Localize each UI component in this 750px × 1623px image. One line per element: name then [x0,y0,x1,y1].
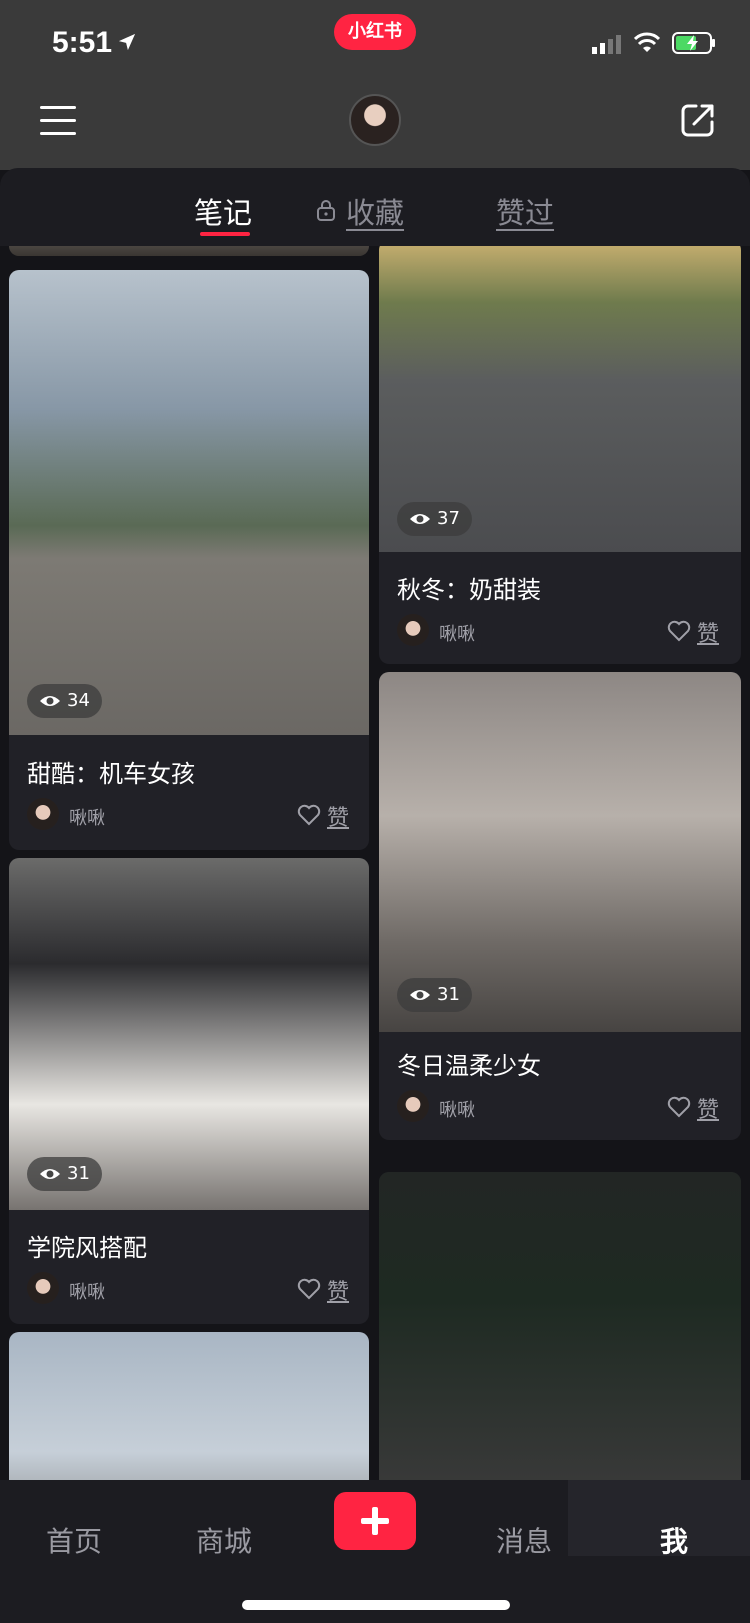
app-logo-badge: 小红书 [334,14,416,50]
eye-icon [40,1169,60,1179]
wifi-icon [634,32,660,52]
nav-messages[interactable]: 消息 [496,1520,552,1560]
heart-icon[interactable] [667,620,691,642]
note-title: 冬日温柔少女 [397,1052,541,1080]
eye-icon [40,696,60,706]
notes-feed[interactable]: 34 甜酷：机车女孩 啾啾 赞 31 学院风搭配 啾啾 赞 37 秋冬：奶甜装 … [0,246,750,1480]
author-avatar[interactable] [397,614,429,646]
like-button[interactable]: 赞 [327,800,349,832]
profile-header [0,88,750,170]
tab-notes[interactable]: 笔记 [194,190,252,232]
author-name[interactable]: 啾啾 [69,1278,105,1304]
note-card-partial[interactable] [9,246,369,256]
author-avatar[interactable] [27,798,59,830]
location-arrow-icon [118,33,136,51]
note-title: 学院风搭配 [27,1234,147,1262]
view-count: 37 [437,508,460,529]
view-count: 31 [67,1163,90,1184]
author-avatar[interactable] [27,1272,59,1304]
profile-tabs: 笔记 收藏 赞过 [0,168,750,246]
battery-charging-icon [672,32,715,54]
nav-me[interactable]: 我 [660,1520,688,1560]
view-count-badge: 34 [27,684,102,718]
note-card[interactable]: 34 甜酷：机车女孩 啾啾 赞 [9,270,369,850]
nav-home[interactable]: 首页 [46,1520,102,1560]
bottom-nav: 首页 商城 消息 我 [0,1480,750,1623]
note-card[interactable] [379,1172,741,1480]
share-icon[interactable] [680,102,716,138]
note-cover-image [9,246,369,256]
author-name[interactable]: 啾啾 [439,620,475,646]
nav-me-highlight [568,1480,750,1556]
note-card[interactable] [9,1332,369,1480]
status-bar: 5:51 小红书 [0,0,750,88]
author-name[interactable]: 啾啾 [69,804,105,830]
view-count: 34 [67,690,90,711]
eye-icon [410,514,430,524]
menu-icon[interactable] [40,104,78,138]
like-button[interactable]: 赞 [697,1092,719,1124]
lock-icon [317,200,335,221]
author-name[interactable]: 啾啾 [439,1096,475,1122]
heart-icon[interactable] [297,804,321,826]
eye-icon [410,990,430,1000]
like-button[interactable]: 赞 [327,1274,349,1306]
view-count-badge: 31 [27,1157,102,1191]
author-avatar[interactable] [397,1090,429,1122]
view-count: 31 [437,984,460,1005]
note-card[interactable]: 37 秋冬：奶甜装 啾啾 赞 [379,246,741,664]
tab-liked[interactable]: 赞过 [496,190,554,232]
heart-icon[interactable] [667,1096,691,1118]
note-title: 秋冬：奶甜装 [397,576,541,604]
view-count-badge: 31 [397,978,472,1012]
plus-icon [361,1507,389,1535]
note-card[interactable]: 31 学院风搭配 啾啾 赞 [9,858,369,1324]
note-cover-image [379,1172,741,1480]
tab-active-indicator [200,232,250,236]
heart-icon[interactable] [297,1278,321,1300]
like-button[interactable]: 赞 [697,616,719,648]
note-cover-image [9,270,369,735]
home-indicator [242,1600,510,1610]
note-card[interactable]: 31 冬日温柔少女 啾啾 赞 [379,672,741,1140]
view-count-badge: 37 [397,502,472,536]
note-title: 甜酷：机车女孩 [27,760,195,788]
tab-collections[interactable]: 收藏 [346,190,404,232]
profile-avatar[interactable] [349,94,401,146]
status-time: 5:51 [52,26,113,59]
add-note-button[interactable] [334,1492,416,1550]
signal-icon [592,35,621,54]
nav-shop[interactable]: 商城 [196,1520,252,1560]
note-cover-image [9,1332,369,1480]
